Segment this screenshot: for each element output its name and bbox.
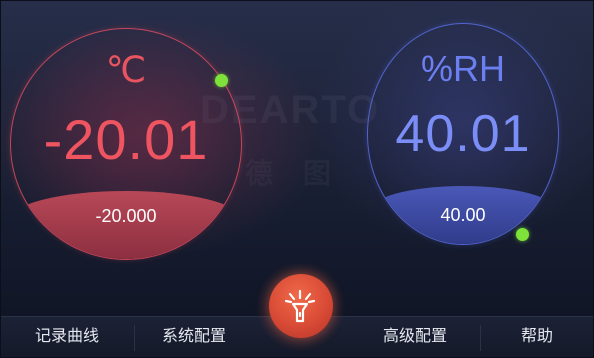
- humidity-status-indicator: [516, 228, 529, 241]
- temperature-setpoint[interactable]: -20.000: [11, 206, 241, 227]
- system-config-button[interactable]: 系统配置: [134, 317, 254, 358]
- flashlight-icon: [284, 289, 316, 323]
- temperature-unit: ℃: [105, 49, 147, 90]
- temperature-gauge[interactable]: ℃ -20.01 -20.000: [10, 28, 242, 260]
- temperature-status-indicator: [215, 74, 228, 87]
- humidity-reading: 40.01: [395, 105, 531, 163]
- advanced-config-button[interactable]: 高级配置: [350, 317, 480, 358]
- humidity-unit: %RH: [420, 48, 505, 89]
- main-screen: DEARTO 德图 ℃ -20.01 -20.000 %RH 40.01 40.…: [0, 0, 594, 358]
- record-curve-button[interactable]: 记录曲线: [0, 317, 134, 358]
- humidity-setpoint[interactable]: 40.00: [368, 205, 558, 226]
- humidity-gauge[interactable]: %RH 40.01 40.00: [367, 23, 559, 245]
- temperature-reading: -20.01: [43, 108, 209, 171]
- flashlight-button[interactable]: [269, 274, 333, 338]
- help-button[interactable]: 帮助: [480, 317, 594, 358]
